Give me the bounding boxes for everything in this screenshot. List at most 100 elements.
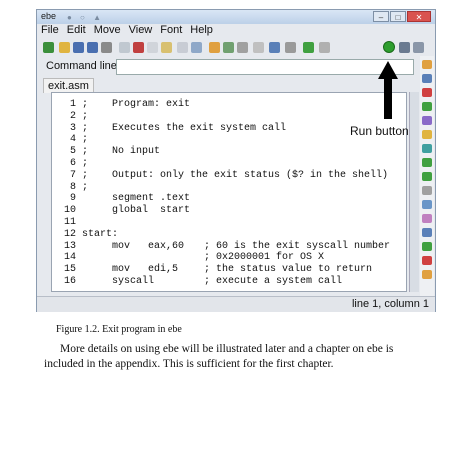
line-number: 13 xyxy=(63,240,76,252)
line-number: 11 xyxy=(63,217,76,228)
figure-caption: Figure 1.2. Exit program in ebe xyxy=(56,324,182,335)
tab-exit-asm[interactable]: exit.asm xyxy=(43,78,94,93)
line-number: 15 xyxy=(63,264,76,276)
status-bar: line 1, column 1 xyxy=(37,296,435,312)
run-button-annotation: Run button xyxy=(350,124,409,138)
code-text: ; Executes the exit system call xyxy=(82,122,287,134)
line-number: 16 xyxy=(63,276,76,287)
cut-icon[interactable] xyxy=(133,42,144,53)
goto-icon[interactable] xyxy=(269,42,280,53)
menu-move[interactable]: Move xyxy=(94,24,121,39)
side-icon-8[interactable] xyxy=(422,158,432,167)
arrow-up-icon xyxy=(378,61,398,119)
template-icon[interactable] xyxy=(285,42,296,53)
line-number: 9 xyxy=(69,193,76,205)
vertical-scrollbar[interactable] xyxy=(409,92,419,292)
command-line-input[interactable] xyxy=(116,59,414,75)
side-icon-7[interactable] xyxy=(422,144,432,153)
uncomment-icon[interactable] xyxy=(253,42,264,53)
code-text: ; Program: exit xyxy=(82,99,191,110)
code-comment: ; 0x2000001 for OS X xyxy=(204,252,325,264)
menu-file[interactable]: File xyxy=(41,24,59,39)
side-icon-13[interactable] xyxy=(422,228,432,237)
print-icon[interactable] xyxy=(101,42,112,53)
code-comment: ; the status value to return xyxy=(204,264,373,276)
side-icon-2[interactable] xyxy=(422,74,432,83)
code-text: global start xyxy=(82,205,191,217)
next-icon[interactable] xyxy=(399,42,410,53)
side-icon-6[interactable] xyxy=(422,130,432,139)
side-icon-4[interactable] xyxy=(422,102,432,111)
side-icon-5[interactable] xyxy=(422,116,432,125)
window-title: ebe xyxy=(41,11,57,21)
paste-icon[interactable] xyxy=(161,42,172,53)
side-icon-10[interactable] xyxy=(422,186,432,195)
code-text: ; xyxy=(82,181,89,193)
code-text: ; xyxy=(82,134,89,146)
find-icon[interactable] xyxy=(177,42,188,53)
code-text: mov eax,60 xyxy=(82,240,185,252)
line-number: 4 xyxy=(69,134,76,146)
side-icon-3[interactable] xyxy=(422,88,432,97)
toolbar xyxy=(41,40,431,56)
code-text: ; Output: only the exit status ($? in th… xyxy=(82,169,389,181)
line-number: 14 xyxy=(63,252,76,264)
code-text: ; xyxy=(82,110,89,122)
copy-icon[interactable] xyxy=(147,42,158,53)
step-icon[interactable] xyxy=(413,42,424,53)
menu-edit[interactable]: Edit xyxy=(67,24,86,39)
line-number: 3 xyxy=(69,122,76,134)
side-icon-15[interactable] xyxy=(422,256,432,265)
quick-access-icons: ● ○ ▲ xyxy=(67,13,105,22)
save-as-icon[interactable] xyxy=(87,42,98,53)
assemble-icon[interactable] xyxy=(303,42,314,53)
unindent-icon[interactable] xyxy=(223,42,234,53)
side-icon-12[interactable] xyxy=(422,214,432,223)
line-number: 1 xyxy=(69,99,76,110)
code-text: segment .text xyxy=(82,193,191,205)
command-line-row: Command line xyxy=(41,59,414,75)
line-number: 2 xyxy=(69,110,76,122)
code-text: ; No input xyxy=(82,146,161,158)
open-folder-icon[interactable] xyxy=(59,42,70,53)
side-icon-14[interactable] xyxy=(422,242,432,251)
line-number: 12 xyxy=(63,228,76,240)
side-toolbar xyxy=(420,56,434,296)
ebe-window: ebe ● ○ ▲ – □ ✕ File Edit Move View Font… xyxy=(36,9,436,312)
run-button[interactable] xyxy=(383,41,395,53)
code-text: ; xyxy=(82,158,89,169)
side-icon-16[interactable] xyxy=(422,270,432,279)
replace-icon[interactable] xyxy=(191,42,202,53)
side-icon-9[interactable] xyxy=(422,172,432,181)
menu-help[interactable]: Help xyxy=(190,24,213,39)
side-icon-11[interactable] xyxy=(422,200,432,209)
menu-font[interactable]: Font xyxy=(160,24,182,39)
indent-icon[interactable] xyxy=(209,42,220,53)
minimize-icon[interactable]: – xyxy=(373,11,389,22)
window-controls: – □ ✕ xyxy=(373,11,431,22)
code-text: start: xyxy=(82,228,119,240)
line-number: 7 xyxy=(69,169,76,181)
save-icon[interactable] xyxy=(73,42,84,53)
line-number: 8 xyxy=(69,181,76,193)
line-number: 6 xyxy=(69,158,76,169)
source-editor[interactable]: 1 ; Program: exit 2; 3 ; Executes the exit s… xyxy=(51,92,407,292)
command-line-label: Command line xyxy=(46,60,117,72)
menu-bar: File Edit Move View Font Help xyxy=(41,24,213,39)
maximize-icon[interactable]: □ xyxy=(390,11,406,22)
code-text: syscall xyxy=(82,276,155,287)
undo-icon[interactable] xyxy=(119,42,130,53)
new-file-icon[interactable] xyxy=(43,42,54,53)
code-text: mov edi,5 xyxy=(82,264,179,276)
title-bar: ebe ● ○ ▲ – □ ✕ xyxy=(37,10,435,24)
code-comment: ; execute a system call xyxy=(204,276,343,287)
paragraph-text: More details on using ebe will be illust… xyxy=(44,343,394,370)
close-icon[interactable]: ✕ xyxy=(407,11,431,22)
code-comment: ; 60 is the exit syscall number xyxy=(204,240,391,252)
menu-view[interactable]: View xyxy=(129,24,153,39)
comment-icon[interactable] xyxy=(237,42,248,53)
side-icon-1[interactable] xyxy=(422,60,432,69)
tools-icon[interactable] xyxy=(319,42,330,53)
line-number: 5 xyxy=(69,146,76,158)
body-paragraph: More details on using ebe will be illust… xyxy=(44,342,434,372)
